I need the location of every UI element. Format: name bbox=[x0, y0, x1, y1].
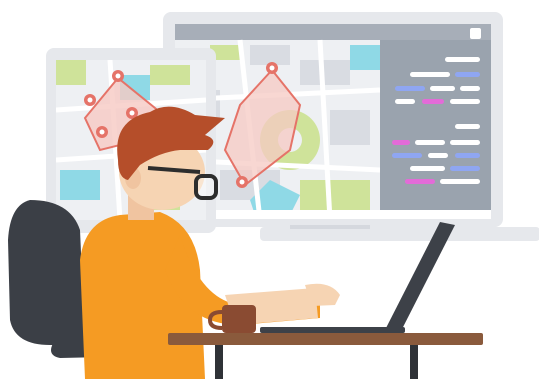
right-monitor bbox=[163, 12, 539, 241]
desk-top bbox=[168, 333, 483, 345]
illustration-canvas bbox=[8, 12, 539, 379]
laptop-keyboard bbox=[260, 327, 405, 333]
desk bbox=[168, 333, 483, 379]
map-pin-icon bbox=[266, 62, 278, 74]
map-pin-icon bbox=[96, 126, 108, 138]
window-button-icon bbox=[470, 28, 481, 39]
map-pin-icon bbox=[236, 176, 248, 188]
right-monitor-base bbox=[260, 227, 539, 241]
right-monitor-title-bar bbox=[175, 24, 491, 40]
map-pin-icon bbox=[112, 70, 124, 82]
map-pin-icon bbox=[84, 94, 96, 106]
glasses bbox=[194, 174, 218, 200]
